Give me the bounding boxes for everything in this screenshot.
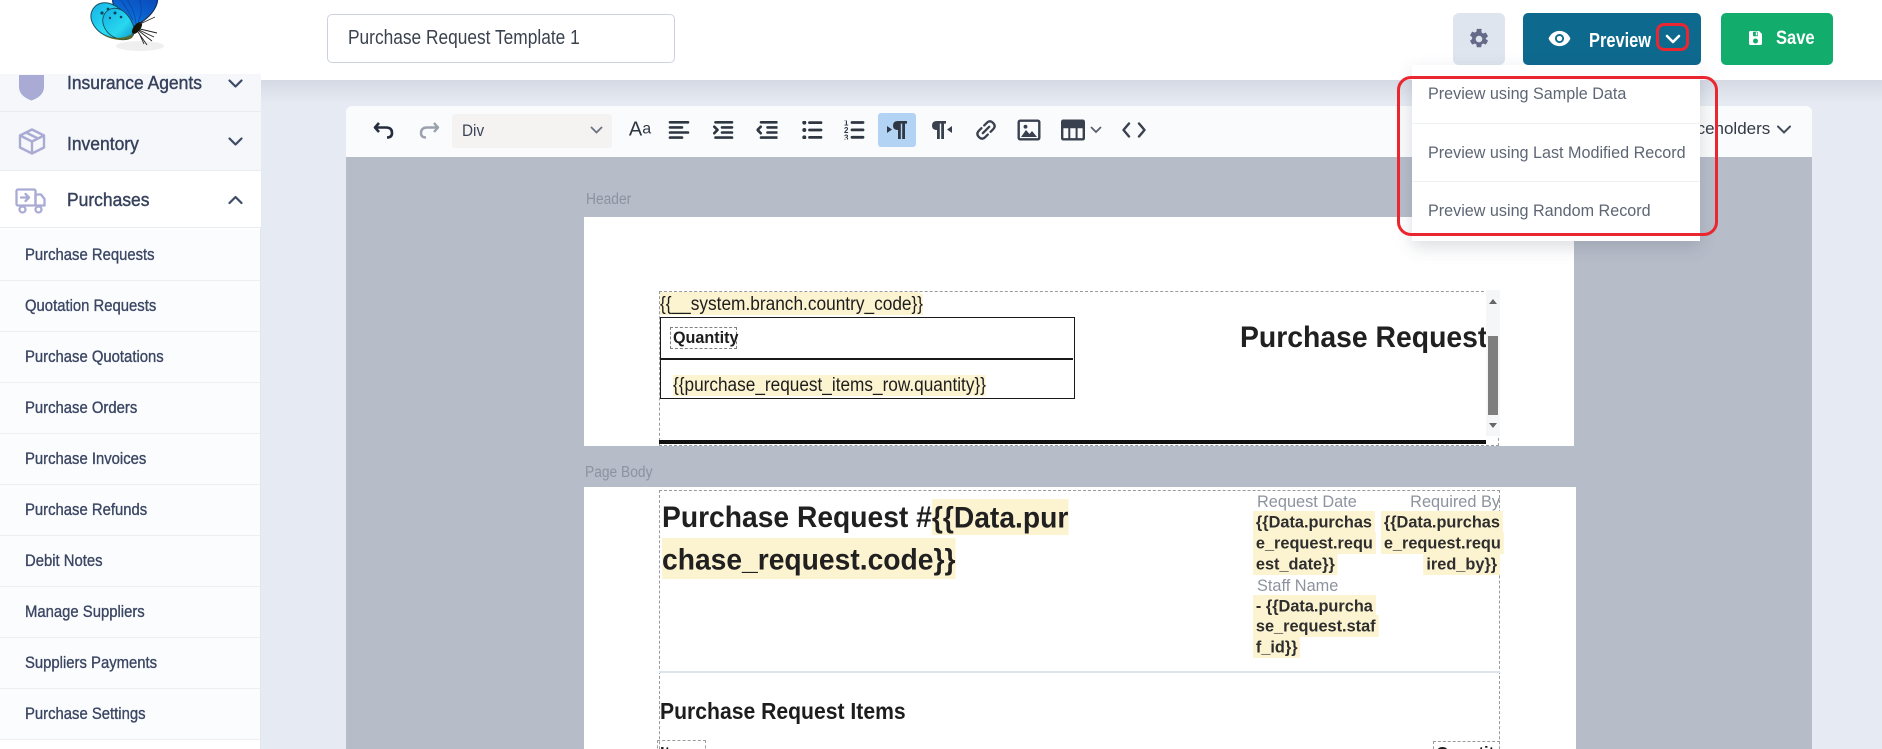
svg-text:3: 3 bbox=[844, 133, 849, 139]
